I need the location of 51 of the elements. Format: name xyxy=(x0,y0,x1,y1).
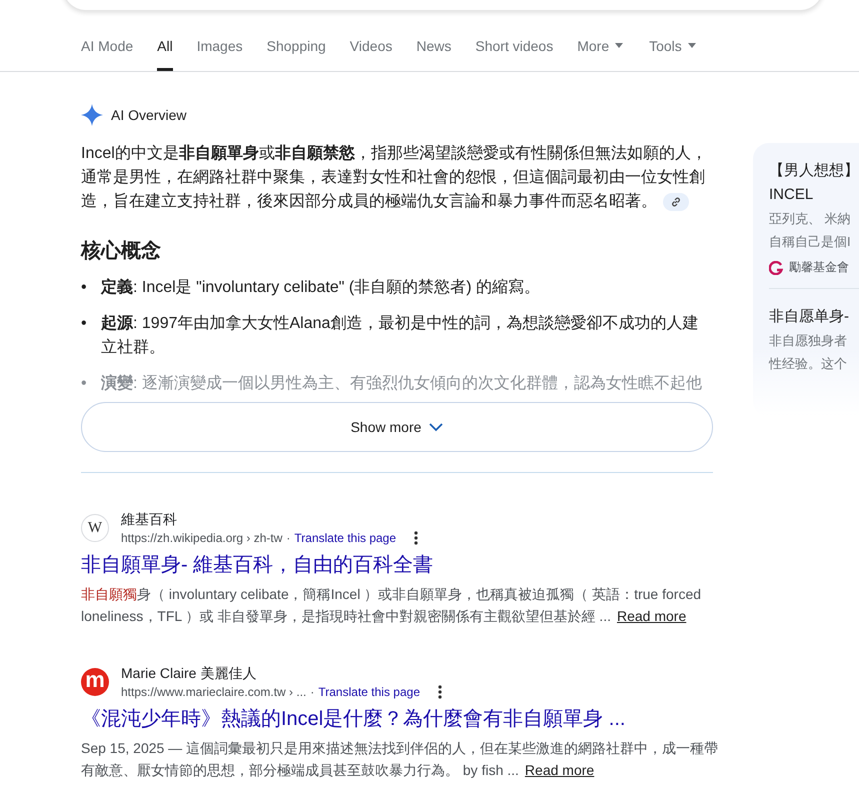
site-favicon: W xyxy=(81,514,109,542)
site-name: 維基百科 xyxy=(121,510,178,529)
chevron-down-icon xyxy=(429,422,444,432)
source-logo-icon xyxy=(769,260,783,274)
overview-summary: Incel的中文是非自願單身或非自願禁慾，指那些渴望談戀愛或有性關係但無法如願的人，通常是男性，在網路社群中聚集，表達對女性和社會的怨恨，但這個詞最初由一位女性創造，旨在建立支持社群，後來因部分成員的極端仇女言論和暴力事件而惡名昭著。 xyxy=(81,144,708,213)
search-tab[interactable]: All xyxy=(157,16,173,71)
search-tab[interactable]: Short videos xyxy=(475,16,554,71)
bullet-text: 演變: 逐漸演變成一個以男性為主、有強烈仇女傾向的次文化群體，認為女性瞧不起他 xyxy=(101,373,702,394)
result-title-link[interactable]: 非自願單身- 維基百科，自由的百科全書 xyxy=(81,551,721,579)
search-tab[interactable]: Tools xyxy=(649,16,696,71)
bullet-text: 定義: Incel是 "involuntary celibate" (非自願的禁慾者) 的縮寫。 xyxy=(101,277,540,298)
translate-link[interactable]: Translate this page xyxy=(318,683,420,701)
bullet-text: 起源: 1997年由加拿大女性Alana創造，最初是中性的詞，為想談戀愛卻不成功的人建立社群。 xyxy=(101,314,700,358)
read-more-link[interactable]: Read more xyxy=(616,608,686,624)
search-tab[interactable]: Shopping xyxy=(266,16,326,71)
result-snippet: Sep 15, 2025 — 這個詞彙最初只是用來描述無法找到伴侶的人，但在某些激進的網路社群中，成一種帶有敵意、厭女情節的思想，部分極端成員甚至鼓吹暴力行為。 by fish ... Read more xyxy=(81,739,720,780)
site-name: Marie Claire 美麗佳人 xyxy=(121,664,258,683)
card-title[interactable]: 【男人想想】 xyxy=(769,159,859,183)
link-icon[interactable] xyxy=(663,192,689,211)
bullet-marker: • xyxy=(81,314,88,334)
search-tab[interactable]: Videos xyxy=(350,16,392,71)
show-more-button[interactable]: Show more xyxy=(81,402,713,452)
result-url: https://zh.wikipedia.org › zh-tw xyxy=(121,530,282,547)
search-tab[interactable]: More xyxy=(577,16,624,71)
caret-icon xyxy=(688,43,696,48)
result-url: https://www.marieclaire.com.tw › ... xyxy=(121,684,306,701)
card-snippet-line: 性经验。这个 xyxy=(769,355,848,373)
more-options-icon[interactable] xyxy=(414,531,418,545)
result-snippet: 非自願獨身（ involuntary celibate，簡稱Incel ）或非自願單身，也稱真被迫孤獨（ 英語：true forced loneliness，TFL ）或 非自發單身，是指現時社會中對親密關係有主觀欲望但基於經 ... Read more xyxy=(81,585,702,626)
separator-dot: · xyxy=(286,530,290,547)
more-options-icon[interactable] xyxy=(438,685,442,699)
sparkle-icon xyxy=(81,104,103,126)
card-snippet-line: 自稱自己是個I xyxy=(769,233,852,251)
source-name: 勵馨基金會 xyxy=(789,259,849,276)
search-tab[interactable]: Images xyxy=(196,16,243,71)
result-title-link[interactable]: 《混沌少年時》熱議的Incel是什麼？為什麼會有非自願單身 ... xyxy=(81,705,721,733)
bullet-marker: • xyxy=(81,374,88,394)
card-snippet-line: 非自愿独身者 xyxy=(769,332,848,350)
separator-dot: · xyxy=(310,684,314,701)
ai-overview-title: AI Overview xyxy=(111,107,186,123)
translate-link[interactable]: Translate this page xyxy=(294,529,396,547)
card-subtitle: INCEL xyxy=(769,185,814,205)
card-title[interactable]: 非自愿单身- xyxy=(769,305,859,329)
bullet-marker: • xyxy=(81,278,88,298)
caret-icon xyxy=(615,43,624,48)
read-more-link[interactable]: Read more xyxy=(524,762,594,778)
search-tab[interactable]: AI Mode xyxy=(81,16,134,71)
search-tab[interactable]: News xyxy=(416,16,452,71)
site-favicon: m xyxy=(81,668,109,696)
section-heading: 核心概念 xyxy=(81,238,162,264)
card-snippet-line: 亞列克、 米納 xyxy=(769,210,852,228)
